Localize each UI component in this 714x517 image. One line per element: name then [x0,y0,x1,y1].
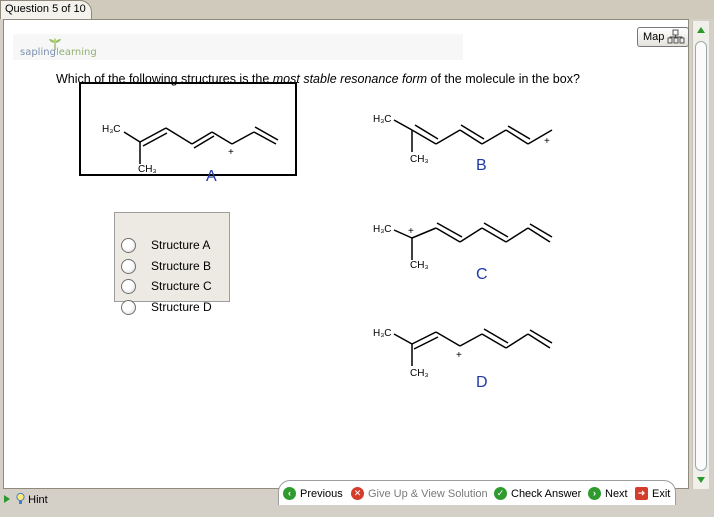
option-structure-d[interactable]: Structure D [121,299,226,315]
structure-d-label: D [476,374,488,391]
answer-options: Structure A Structure B Structure C Stru… [114,212,230,315]
structure-b-label: B [476,157,487,174]
option-label: Structure D [151,300,212,314]
radio-button[interactable] [121,259,136,274]
structure-d-bonds [393,328,553,366]
sapling-logo: saplinglearning [20,47,97,58]
previous-label: Previous [300,488,343,500]
question-suffix: of the molecule in the box? [427,72,580,86]
radio-button[interactable] [121,279,136,294]
option-label: Structure C [151,279,212,293]
hint-label: Hint [28,494,48,506]
structure-a: H₃C CH₃ + A [82,110,292,185]
option-label: Structure B [151,259,212,273]
structure-c-label: C [476,266,488,283]
structure-c: H₃C CH₃ + C [370,220,560,290]
check-icon: ✓ [494,487,507,500]
radio-button[interactable] [121,238,136,253]
give-up-label: Give Up & View Solution [368,488,488,500]
scroll-down-icon[interactable] [697,477,705,483]
structure-c-bonds [393,222,553,260]
expand-arrow-icon [4,495,10,503]
logo-part2: learning [55,47,97,58]
radio-button[interactable] [121,300,136,315]
structure-b-bonds [393,119,553,152]
map-button[interactable]: Map [637,27,689,47]
option-structure-a[interactable]: Structure A [121,237,226,253]
structure-a-label: A [206,168,217,185]
scroll-thumb[interactable] [695,41,707,471]
map-button-label: Map [643,31,665,43]
arrow-left-icon: ‹ [283,487,296,500]
check-answer-label: Check Answer [511,488,582,500]
navigation-panel: ‹ Previous ✕ Give Up & View Solution ✓ C… [278,480,676,505]
arrow-right-icon: › [588,487,601,500]
question-tab-label: Question 5 of 10 [5,3,86,15]
structure-a-bonds [123,126,279,164]
option-label: Structure A [151,238,211,252]
scroll-up-icon[interactable] [697,27,705,33]
option-structure-c[interactable]: Structure C [121,278,226,294]
hint-button[interactable]: Hint [4,492,48,506]
vertical-scrollbar[interactable] [692,21,709,491]
x-circle-icon: ✕ [351,487,364,500]
logo-part1: sapling [20,47,56,58]
structure-d: H₃C CH₃ + D [370,326,560,396]
exit-label: Exit [652,488,671,500]
option-structure-b[interactable]: Structure B [121,258,226,274]
tab-bar: Question 5 of 10 [0,0,714,19]
question-tab[interactable]: Question 5 of 10 [0,0,92,19]
exit-icon: ➜ [635,487,648,500]
lightbulb-icon [16,492,25,504]
structure-b: H₃C CH₃ + B [370,112,560,182]
next-label: Next [605,488,628,500]
map-icon [667,29,685,44]
